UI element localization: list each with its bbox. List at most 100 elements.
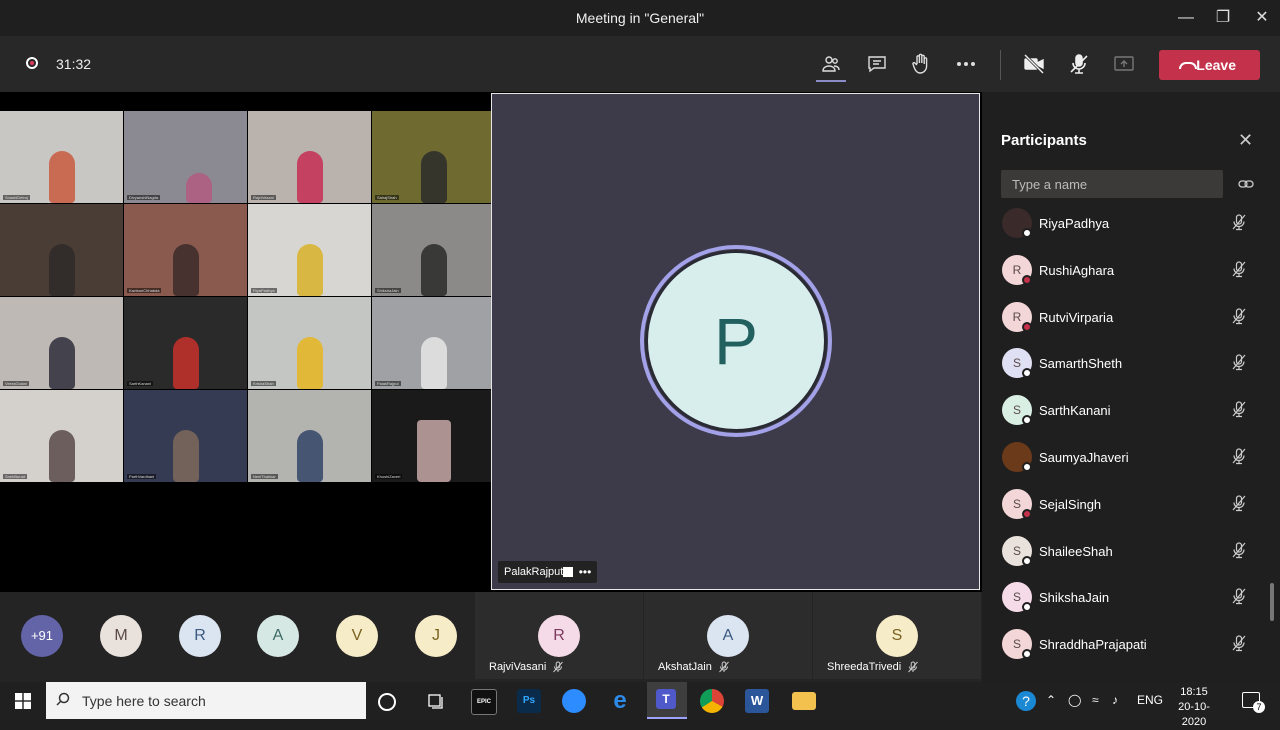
word-icon[interactable]: W [745, 689, 769, 713]
show-participants-button[interactable] [819, 52, 843, 76]
mic-muted-icon[interactable] [1230, 587, 1248, 605]
windows-start-icon[interactable] [15, 693, 31, 709]
photoshop-icon[interactable]: Ps [517, 689, 541, 713]
cortana-icon[interactable] [378, 693, 396, 711]
participants-panel: Participants ✕ RiyaPadhya RRushiAgharaRRu… [982, 92, 1280, 682]
participant-search[interactable] [1001, 170, 1223, 198]
participant-name: RiyaPadhya [1039, 216, 1110, 231]
participant-card[interactable]: S ShreedaTrivedi [813, 592, 981, 679]
more-actions-button[interactable] [954, 52, 978, 76]
participant-row[interactable]: RiyaPadhya [982, 208, 1280, 255]
participant-avatar[interactable]: V [336, 615, 378, 657]
grid-tile: DivyanshiNagda [124, 111, 247, 203]
more-participants-button[interactable]: +91 [21, 615, 63, 657]
people-icon [822, 56, 840, 72]
mic-muted-icon [908, 661, 918, 673]
participant-row[interactable]: S SarthKanani [982, 395, 1280, 442]
presence-status-icon [1022, 462, 1032, 472]
participant-avatar[interactable]: R [179, 615, 221, 657]
close-button[interactable]: ✕ [1252, 8, 1272, 28]
notification-count: 7 [1253, 701, 1265, 713]
grid-tile: KavisonChhabda [124, 204, 247, 296]
participant-row[interactable]: R RushiAghara [982, 254, 1280, 302]
minimize-button[interactable]: — [1176, 8, 1196, 28]
participant-name: ShikshaJain [1039, 590, 1110, 606]
more-icon [957, 62, 975, 66]
speaker-avatar: P [645, 250, 827, 432]
participant-row[interactable]: SaumyaJhaveri [982, 442, 1280, 489]
participant-row[interactable]: R RutviVirparia [982, 301, 1280, 349]
participant-avatar[interactable]: M [100, 615, 142, 657]
mic-muted-icon [553, 661, 563, 673]
speaker-more-button[interactable]: ••• [579, 561, 592, 583]
notification-icon[interactable]: 7 [1242, 692, 1265, 713]
taskbar-clock[interactable]: 18:15 20-10-2020 [1166, 685, 1222, 730]
taskbar-search-placeholder: Type here to search [82, 693, 206, 709]
recording-icon [26, 57, 38, 69]
chrome-icon[interactable] [700, 689, 724, 713]
teams-taskbar-icon[interactable]: T [647, 682, 687, 719]
task-view-icon[interactable] [424, 689, 448, 713]
share-invite-icon[interactable] [1238, 176, 1254, 192]
participant-row[interactable]: S ShikshaJain [982, 582, 1280, 629]
participant-card[interactable]: R RajviVasani [475, 592, 643, 679]
raise-hand-button[interactable] [909, 52, 933, 76]
wifi-icon[interactable]: ≈ [1092, 693, 1099, 707]
show-chat-button[interactable] [865, 52, 889, 76]
help-icon[interactable]: ? [1016, 691, 1036, 711]
participant-row[interactable]: S ShraddhaPrajapati [982, 629, 1280, 676]
windows-taskbar: Type here to search EPIC Ps e T W ? ⌃ ◯ … [0, 682, 1280, 728]
zoom-icon[interactable] [562, 689, 586, 713]
presence-status-icon [1022, 602, 1032, 613]
leave-button[interactable]: Leave [1159, 50, 1260, 80]
grid-tile: SahajShah [372, 111, 495, 203]
participant-row[interactable]: S SamarthSheth [982, 348, 1280, 395]
grid-tile: PalakRajput [372, 297, 495, 389]
share-button[interactable] [1112, 52, 1136, 76]
restore-button[interactable]: ❐ [1213, 8, 1233, 28]
participant-scrollbar[interactable] [1270, 583, 1274, 621]
participant-name: ShaileeShah [1039, 543, 1113, 559]
participant-search-input[interactable] [1001, 170, 1223, 198]
participant-avatar[interactable]: A [257, 615, 299, 657]
file-explorer-icon[interactable] [792, 692, 816, 710]
hand-icon [912, 53, 928, 74]
toolbar-divider [1000, 50, 1001, 80]
mic-muted-icon[interactable] [1230, 447, 1248, 465]
grid-tile: RajviVasani [248, 111, 371, 203]
participant-strip: +91 M R A V J R RajviVasani A AkshatJain S ShreedaT… [0, 592, 982, 682]
share-screen-icon [1114, 56, 1134, 71]
camera-toggle-button[interactable] [1022, 52, 1046, 76]
network-off-icon[interactable]: ◯ [1068, 693, 1081, 707]
participant-card[interactable]: A AkshatJain [644, 592, 812, 679]
mic-muted-icon[interactable] [1230, 494, 1248, 512]
participant-avatar[interactable]: J [415, 615, 457, 657]
spotlight-video[interactable]: P PalakRajput ••• [491, 93, 980, 590]
epic-games-icon[interactable]: EPIC [471, 689, 497, 715]
pin-icon [563, 567, 574, 577]
mic-muted-icon[interactable] [1230, 541, 1248, 559]
mic-muted-icon[interactable] [1230, 213, 1248, 231]
window-title: Meeting in "General" [575, 10, 705, 26]
grid-tile: SarthKanani [124, 297, 247, 389]
mic-muted-icon[interactable] [1230, 400, 1248, 418]
mic-muted-icon[interactable] [1230, 634, 1248, 652]
chevron-up-icon[interactable]: ⌃ [1046, 693, 1056, 707]
hangup-icon [1179, 62, 1197, 69]
mic-toggle-button[interactable] [1067, 52, 1091, 76]
mic-muted-icon[interactable] [1230, 260, 1248, 278]
language-indicator[interactable]: ENG [1137, 693, 1163, 707]
internet-explorer-icon[interactable]: e [608, 689, 632, 713]
participant-row[interactable]: S SejalSingh [982, 488, 1280, 536]
participant-avatar: S [876, 615, 918, 657]
participant-name: SejalSingh [1039, 496, 1102, 512]
mic-muted-icon[interactable] [1230, 307, 1248, 325]
taskbar-search[interactable]: Type here to search [46, 682, 366, 719]
participant-row[interactable]: S ShaileeShah [982, 535, 1280, 583]
mic-muted-icon[interactable] [1230, 353, 1248, 371]
participant-avatar: A [707, 615, 749, 657]
volume-icon[interactable]: ♪ [1112, 693, 1118, 707]
participant-name: RutviVirparia [1039, 309, 1114, 325]
clock-date: 20-10-2020 [1178, 701, 1210, 728]
close-panel-button[interactable]: ✕ [1238, 130, 1253, 151]
